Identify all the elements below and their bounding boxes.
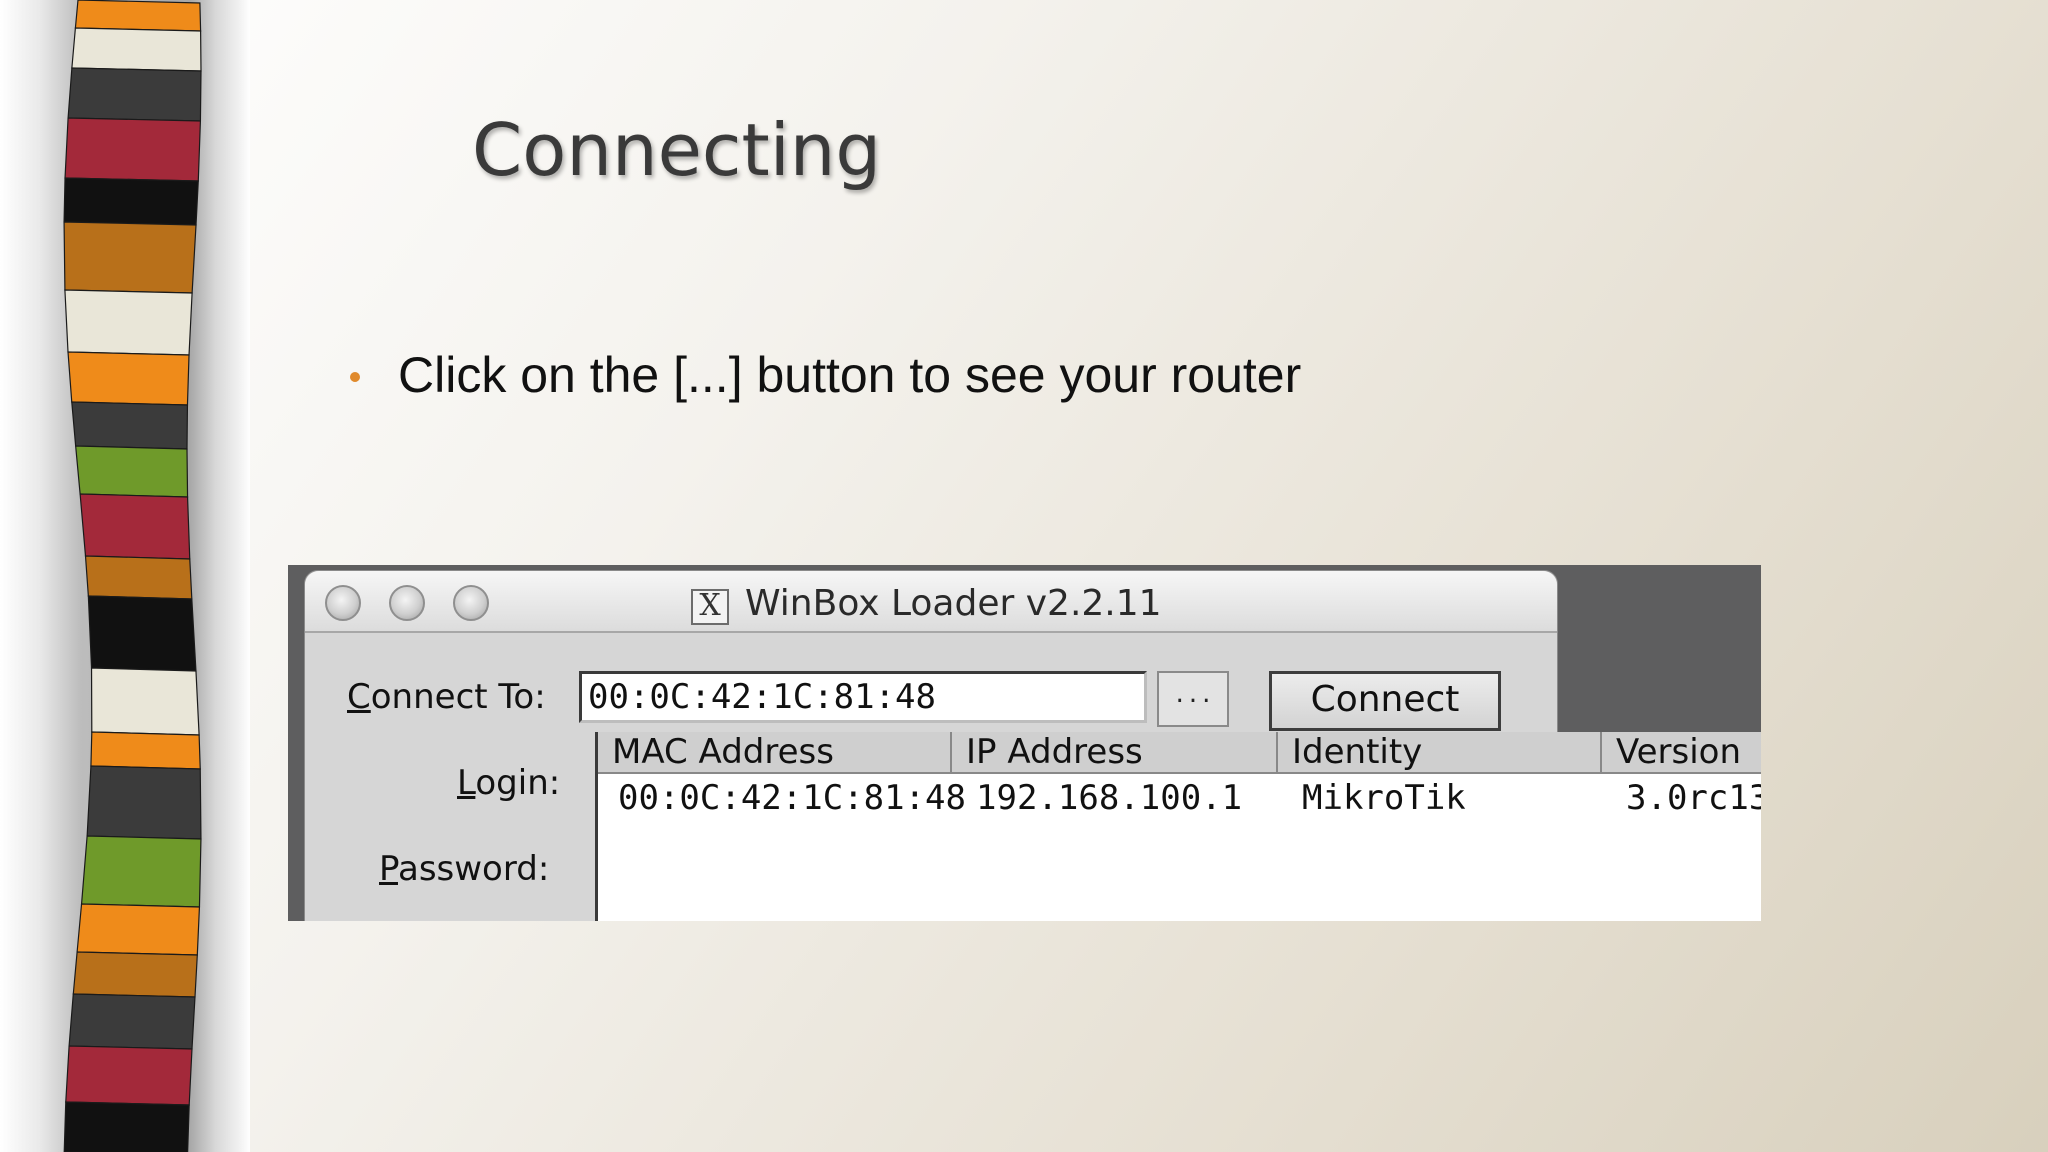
cell-version: 3.0rc13 [1626, 778, 1761, 818]
minimize-window-icon[interactable] [389, 585, 425, 621]
strip-band [63, 221, 197, 294]
maximize-window-icon[interactable] [453, 585, 489, 621]
login-label: Login: [457, 763, 561, 803]
strip-band [74, 445, 189, 498]
strip-band [87, 595, 197, 672]
column-header-ip[interactable]: IP Address [952, 732, 1278, 774]
strip-band [80, 835, 202, 908]
x11-app-icon: X [691, 589, 729, 625]
cell-identity: MikroTik [1302, 778, 1466, 818]
connect-to-label: Connect To: [347, 677, 546, 717]
connect-to-label-rest: onnect To: [370, 677, 546, 717]
strip-band [67, 351, 190, 406]
browse-routers-button[interactable]: ... [1157, 671, 1229, 727]
password-label: Password: [379, 849, 550, 889]
strip-band [76, 903, 201, 956]
column-header-version[interactable]: Version [1602, 732, 1761, 774]
strip-band [79, 493, 191, 560]
strip-band [71, 401, 189, 450]
bullet-dot-icon [350, 372, 360, 382]
cell-ip: 192.168.100.1 [976, 778, 1243, 818]
cell-mac: 00:0C:42:1C:81:48 [618, 778, 966, 818]
connect-button[interactable]: Connect [1269, 671, 1501, 731]
decorative-striped-bar [63, 0, 202, 1152]
strip-band [63, 1101, 190, 1152]
column-header-mac[interactable]: MAC Address [598, 732, 952, 774]
window-titlebar: X WinBox Loader v2.2.11 [305, 571, 1557, 633]
strip-band [64, 289, 193, 356]
bullet-text: Click on the [...] button to see your ro… [398, 347, 1302, 403]
winbox-screenshot: X WinBox Loader v2.2.11 Connect To: ... … [288, 565, 1761, 921]
winbox-window: X WinBox Loader v2.2.11 Connect To: ... … [304, 570, 1761, 921]
strip-band [90, 667, 200, 736]
strip-band [71, 27, 202, 72]
strip-band [64, 117, 202, 182]
strip-band [86, 765, 202, 840]
strip-band [68, 993, 196, 1050]
column-header-identity[interactable]: Identity [1278, 732, 1602, 774]
strip-band [90, 731, 201, 770]
slide-title: Connecting [472, 108, 882, 192]
slide: Connecting Click on the [...] button to … [0, 0, 2048, 1152]
close-window-icon[interactable] [325, 585, 361, 621]
window-title: WinBox Loader v2.2.11 [745, 583, 1162, 624]
strip-band [63, 177, 199, 226]
strip-band [84, 555, 193, 600]
strip-band [67, 67, 202, 122]
strip-band [65, 1045, 193, 1106]
router-list-table: MAC Address IP Address Identity Version … [595, 732, 1761, 921]
strip-band [74, 0, 202, 32]
connect-to-input[interactable] [579, 671, 1147, 723]
strip-band [72, 951, 198, 998]
